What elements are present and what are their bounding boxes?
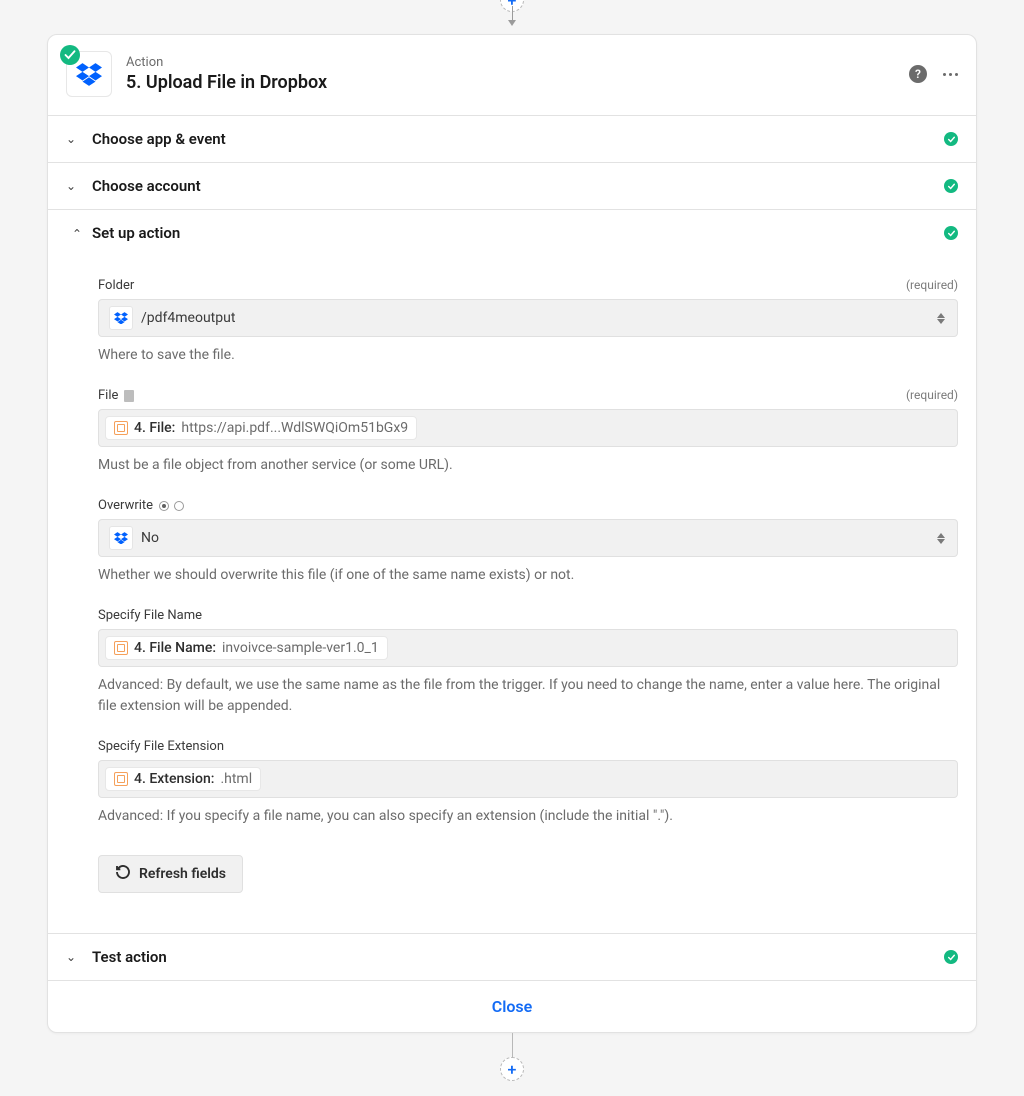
file-name-input[interactable]: 4. File Name: invoivce-sample-ver1.0_1 bbox=[98, 629, 958, 667]
step-type-label: Action bbox=[126, 55, 909, 70]
dropbox-mini-icon bbox=[109, 306, 133, 330]
step-title: 5. Upload File in Dropbox bbox=[126, 72, 909, 93]
section-choose-app[interactable]: ⌄ Choose app & event bbox=[48, 115, 976, 162]
field-label: Specify File Extension bbox=[98, 739, 224, 754]
file-type-icon bbox=[124, 390, 134, 402]
field-specify-file-ext: Specify File Extension 4. Extension: .ht… bbox=[98, 739, 958, 827]
field-label: File bbox=[98, 388, 118, 403]
close-footer: Close bbox=[48, 980, 976, 1032]
status-complete-icon bbox=[944, 179, 958, 193]
more-menu-icon[interactable] bbox=[943, 73, 958, 76]
required-label: (required) bbox=[906, 388, 958, 403]
field-label: Folder bbox=[98, 278, 134, 293]
mapped-field-pill[interactable]: 4. File Name: invoivce-sample-ver1.0_1 bbox=[105, 636, 388, 660]
status-check-icon bbox=[60, 45, 80, 65]
field-label: Overwrite bbox=[98, 498, 153, 513]
status-complete-icon bbox=[944, 950, 958, 964]
pill-source-icon bbox=[114, 421, 128, 435]
boolean-indicator-icon bbox=[159, 501, 184, 511]
refresh-fields-button[interactable]: Refresh fields bbox=[98, 855, 243, 893]
overwrite-select[interactable]: No bbox=[98, 519, 958, 557]
chevron-down-icon: ⌄ bbox=[66, 132, 82, 146]
connector-bottom: + bbox=[47, 1033, 977, 1073]
pill-source-icon bbox=[114, 772, 128, 786]
step-card: Action 5. Upload File in Dropbox ? ⌄ Cho… bbox=[47, 34, 977, 1033]
refresh-icon bbox=[115, 864, 131, 884]
select-caret-icon bbox=[937, 533, 945, 544]
section-choose-account[interactable]: ⌄ Choose account bbox=[48, 162, 976, 209]
field-help: Must be a file object from another servi… bbox=[98, 455, 958, 476]
field-file: File (required) 4. File: https://api.pdf… bbox=[98, 388, 958, 476]
field-folder: Folder (required) /pdf4meoutput Where to… bbox=[98, 278, 958, 366]
close-button[interactable]: Close bbox=[492, 997, 533, 1016]
file-input[interactable]: 4. File: https://api.pdf...WdlSWQiOm51bG… bbox=[98, 409, 958, 447]
field-specify-file-name: Specify File Name 4. File Name: invoivce… bbox=[98, 608, 958, 717]
help-icon[interactable]: ? bbox=[909, 65, 927, 83]
chevron-down-icon: ⌄ bbox=[66, 950, 82, 964]
section-setup-action[interactable]: ⌄ Set up action bbox=[48, 209, 976, 256]
folder-value: /pdf4meoutput bbox=[141, 310, 235, 326]
field-overwrite: Overwrite No Whether we should overwrite… bbox=[98, 498, 958, 586]
chevron-down-icon: ⌄ bbox=[66, 179, 82, 193]
file-ext-input[interactable]: 4. Extension: .html bbox=[98, 760, 958, 798]
chevron-up-icon: ⌄ bbox=[66, 226, 82, 240]
connector-top: + bbox=[47, 0, 977, 34]
pill-source-icon bbox=[114, 641, 128, 655]
field-label: Specify File Name bbox=[98, 608, 202, 623]
setup-action-body: Folder (required) /pdf4meoutput Where to… bbox=[48, 278, 976, 933]
overwrite-value: No bbox=[141, 530, 159, 546]
field-help: Advanced: By default, we use the same na… bbox=[98, 675, 958, 717]
step-header: Action 5. Upload File in Dropbox ? bbox=[48, 35, 976, 115]
field-help: Advanced: If you specify a file name, yo… bbox=[98, 806, 958, 827]
add-step-button-bottom[interactable]: + bbox=[500, 1057, 524, 1081]
status-complete-icon bbox=[944, 226, 958, 240]
folder-select[interactable]: /pdf4meoutput bbox=[98, 299, 958, 337]
select-caret-icon bbox=[937, 313, 945, 324]
mapped-field-pill[interactable]: 4. File: https://api.pdf...WdlSWQiOm51bG… bbox=[105, 416, 417, 440]
required-label: (required) bbox=[906, 278, 958, 293]
status-complete-icon bbox=[944, 132, 958, 146]
mapped-field-pill[interactable]: 4. Extension: .html bbox=[105, 767, 261, 791]
field-help: Whether we should overwrite this file (i… bbox=[98, 565, 958, 586]
field-help: Where to save the file. bbox=[98, 345, 958, 366]
dropbox-mini-icon bbox=[109, 526, 133, 550]
section-test-action[interactable]: ⌄ Test action bbox=[48, 933, 976, 980]
